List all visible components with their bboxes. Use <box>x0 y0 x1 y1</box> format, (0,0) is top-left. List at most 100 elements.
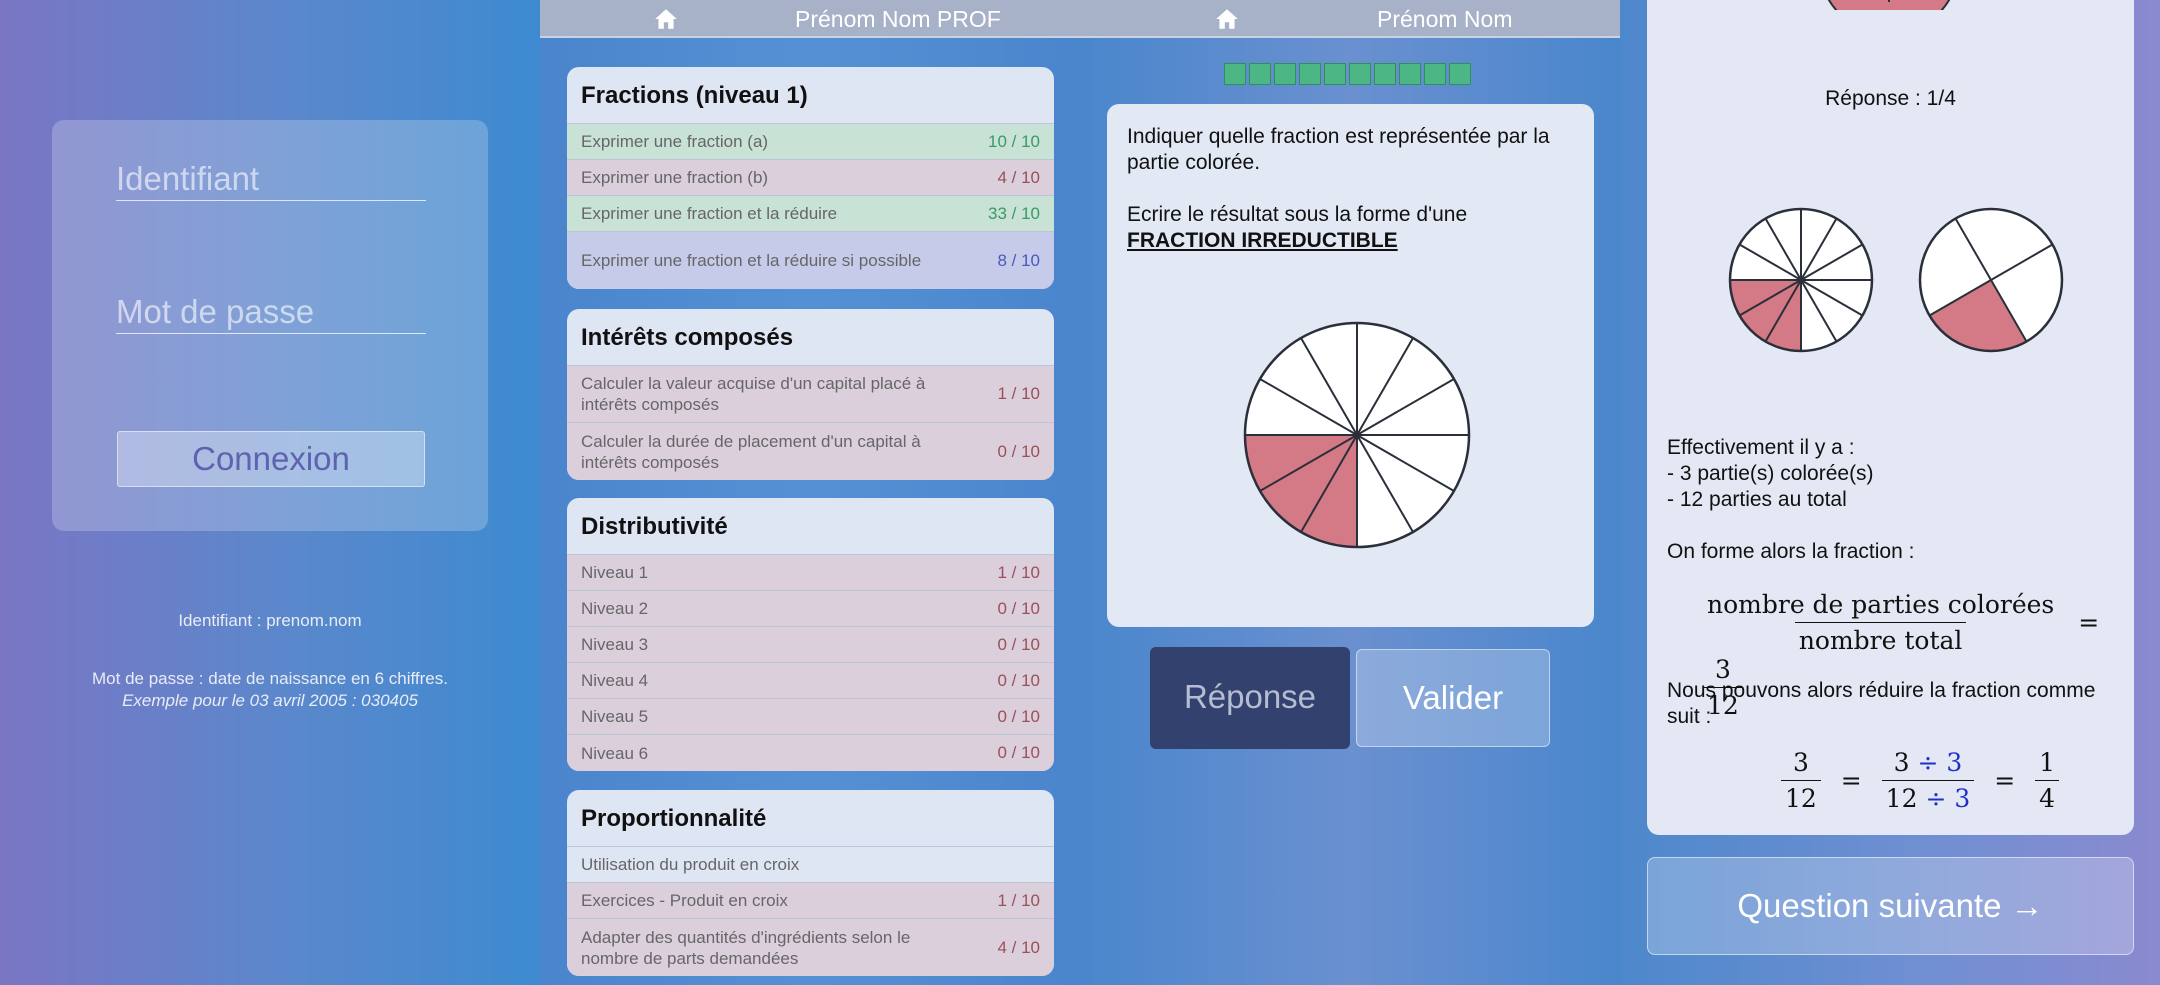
top-bar: Prénom Nom <box>1080 0 1620 38</box>
exercise-score: 1 / 10 <box>997 562 1040 582</box>
progress-square <box>1299 63 1321 85</box>
user-name: Prénom Nom PROF <box>795 6 1001 32</box>
login-card: Identifiant Mot de passe Connexion <box>52 120 488 531</box>
home-icon[interactable] <box>1214 6 1240 32</box>
exercise-label: Exprimer une fraction et la réduire <box>581 204 838 223</box>
exercise-label: Calculer la durée de placement d'un capi… <box>581 431 921 472</box>
progress-bar <box>1224 63 1471 85</box>
progress-square <box>1274 63 1296 85</box>
exercise-row[interactable]: Utilisation du produit en croix <box>567 847 1054 883</box>
password-field[interactable]: Mot de passe <box>116 293 426 334</box>
answer-panel: Réponse : 1/4 Effectivement il y a : - 3… <box>1620 0 2160 985</box>
exercise-label: Niveau 5 <box>581 707 649 726</box>
exercise-list-panel: Prénom Nom PROF Fractions (niveau 1) Expr… <box>540 0 1080 985</box>
section-title: Fractions (niveau 1) <box>567 67 1054 124</box>
exercise-row[interactable]: Exprimer une fraction (b) 4 / 10 <box>567 160 1054 196</box>
explanation-5: Nous pouvons alors réduire la fraction c… <box>1667 679 2096 728</box>
formula-numerator-text: nombre de parties colorées <box>1707 590 2055 619</box>
exercise-label: Niveau 3 <box>581 635 649 654</box>
fraction-pie-chart <box>1243 321 1471 549</box>
reduction-formula: 3 12 = 3 ÷ 3 12 ÷ 3 = 14 <box>1777 748 2063 813</box>
question-emphasis: FRACTION IRREDUCTIBLE <box>1127 229 1398 252</box>
progress-square <box>1374 63 1396 85</box>
question-line-1: Indiquer quelle fraction est représentée… <box>1127 125 1550 174</box>
username-field[interactable]: Identifiant <box>116 160 426 201</box>
exercise-row[interactable]: Exprimer une fraction et la réduire si p… <box>567 232 1054 289</box>
response-text: Réponse : 1/4 <box>1825 87 1956 110</box>
exercise-row[interactable]: Calculer la valeur acquise d'un capital … <box>567 366 1054 423</box>
pie-quarters <box>1918 207 2064 353</box>
user-name: Prénom Nom <box>1377 6 1513 32</box>
login-button[interactable]: Connexion <box>117 431 425 487</box>
top-bar: Prénom Nom PROF <box>540 0 1080 38</box>
exercise-row[interactable]: Exercices - Produit en croix 1 / 10 <box>567 883 1054 919</box>
exercise-label: Exprimer une fraction (a) <box>581 132 769 151</box>
result-numerator: 1 <box>2039 748 2056 777</box>
exercise-label: Exprimer une fraction et la réduire si p… <box>581 251 922 270</box>
exercise-section-card: Fractions (niveau 1) Exprimer une fractio… <box>567 67 1054 289</box>
progress-square <box>1424 63 1446 85</box>
exercise-row[interactable]: Niveau 4 0 / 10 <box>567 663 1054 699</box>
exercise-label: Adapter des quantités d'ingrédients selo… <box>581 927 911 968</box>
reduce-num-divisor: ÷ 3 <box>1917 748 1963 777</box>
exercise-row[interactable]: Niveau 3 0 / 10 <box>567 627 1054 663</box>
exercise-row[interactable]: Niveau 5 0 / 10 <box>567 699 1054 735</box>
exercise-score: 33 / 10 <box>988 203 1040 223</box>
progress-square <box>1249 63 1271 85</box>
result-denominator: 4 <box>2035 780 2060 813</box>
progress-square <box>1324 63 1346 85</box>
exercise-score: 1 / 10 <box>997 384 1040 403</box>
exercise-row[interactable]: Exprimer une fraction (a) 10 / 10 <box>567 124 1054 160</box>
home-icon[interactable] <box>653 6 679 32</box>
answer-button[interactable]: Réponse <box>1150 647 1350 749</box>
exercise-label: Exprimer une fraction (b) <box>581 168 769 187</box>
progress-square <box>1399 63 1421 85</box>
exercise-score: 0 / 10 <box>997 598 1040 618</box>
exercise-row[interactable]: Exprimer une fraction et la réduire 33 / … <box>567 196 1054 232</box>
exercise-score: 0 / 10 <box>997 441 1040 461</box>
explanation-1: Effectivement il y a : <box>1667 436 1855 459</box>
exercise-label: Niveau 6 <box>581 743 649 763</box>
formula-denominator-text: nombre total <box>1794 622 1967 655</box>
exercise-row[interactable]: Adapter des quantités d'ingrédients selo… <box>567 919 1054 976</box>
exercise-score: 0 / 10 <box>997 634 1040 654</box>
exercise-score: 4 / 10 <box>997 937 1040 957</box>
explanation-4: On forme alors la fraction : <box>1667 540 1915 563</box>
exercise-score: 0 / 10 <box>997 743 1040 762</box>
login-panel: Identifiant Mot de passe Connexion Ident… <box>0 0 540 985</box>
exercise-score: 4 / 10 <box>997 167 1040 187</box>
password-hint: Mot de passe : date de naissance en 6 ch… <box>92 669 448 688</box>
exercise-score: 0 / 10 <box>997 706 1040 726</box>
exercise-row[interactable]: Niveau 2 0 / 10 <box>567 591 1054 627</box>
question-panel: Prénom Nom Indiquer quelle fraction est … <box>1080 0 1620 985</box>
section-title: Intérêts composés <box>567 309 1054 366</box>
exercise-score: 0 / 10 <box>997 670 1040 690</box>
pie-fragment <box>1827 0 1951 10</box>
question-text: Indiquer quelle fraction est représentée… <box>1127 124 1577 254</box>
section-title: Proportionnalité <box>567 790 1054 847</box>
password-example: Exemple pour le 03 avril 2005 : 030405 <box>122 691 418 710</box>
exercise-row[interactable]: Niveau 1 1 / 10 <box>567 555 1054 591</box>
reduce-den-divisor: ÷ 3 <box>1925 784 1971 813</box>
reduce-start-num: 3 <box>1792 748 1809 777</box>
exercise-score: 8 / 10 <box>997 250 1040 270</box>
exercise-label: Niveau 1 <box>581 563 649 582</box>
exercise-label: Utilisation du produit en croix <box>581 855 800 874</box>
next-question-button[interactable]: Question suivante → <box>1647 857 2134 955</box>
exercise-row[interactable]: Calculer la durée de placement d'un capi… <box>567 423 1054 480</box>
exercise-label: Niveau 2 <box>581 599 649 618</box>
progress-square <box>1349 63 1371 85</box>
pie-twelfths <box>1728 207 1874 353</box>
progress-square <box>1224 63 1246 85</box>
exercise-row[interactable]: Niveau 6 0 / 10 <box>567 735 1054 771</box>
explanation-3: - 12 parties au total <box>1667 488 1847 511</box>
validate-button[interactable]: Valider <box>1356 649 1550 747</box>
reduce-den: 12 <box>1885 784 1918 813</box>
reduce-start-den: 12 <box>1781 780 1821 813</box>
username-hint: Identifiant : prenom.nom <box>178 611 362 630</box>
section-title: Distributivité <box>567 498 1054 555</box>
explanation-2: - 3 partie(s) colorée(s) <box>1667 462 1874 485</box>
exercise-label: Niveau 4 <box>581 671 649 690</box>
exercise-label: Exercices - Produit en croix <box>581 891 788 910</box>
question-card: Indiquer quelle fraction est représentée… <box>1107 104 1594 627</box>
